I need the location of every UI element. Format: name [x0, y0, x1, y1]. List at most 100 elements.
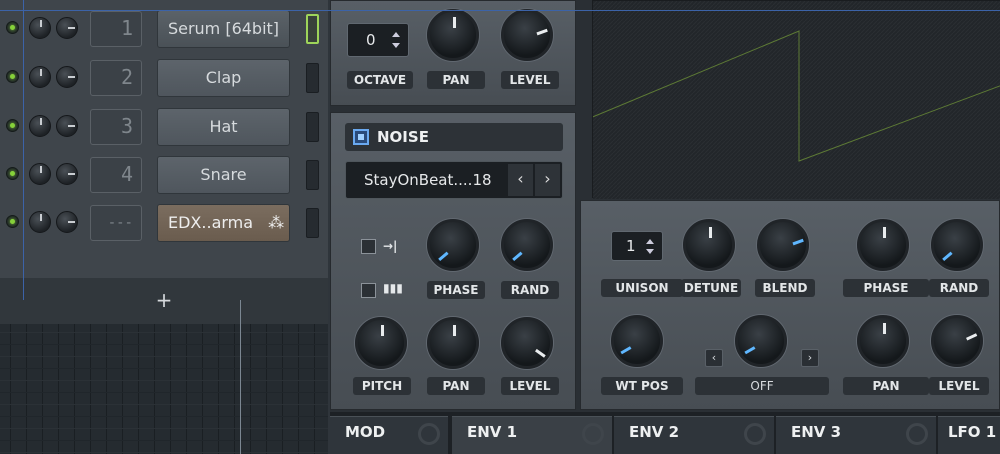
channel-pan-knob[interactable] — [29, 163, 51, 185]
decrement-arrow-icon[interactable] — [392, 43, 400, 48]
channel-mute-led[interactable] — [6, 215, 19, 228]
keyboard-icon: ▮▮▮ — [383, 281, 403, 295]
increment-arrow-icon[interactable] — [392, 32, 400, 37]
level-knob[interactable] — [501, 9, 553, 61]
grid-line — [0, 380, 328, 381]
noise-preset-selector[interactable]: StayOnBeat....18 ‹ › — [345, 161, 563, 199]
channel-mixer-track[interactable]: 4 — [90, 157, 142, 193]
increment-arrow-icon[interactable] — [646, 239, 654, 244]
channel-pan-knob[interactable] — [29, 17, 51, 39]
screen: 1 Serum [64bit] 2 Clap 3 Hat 4 Snare --- EDX..arm… — [0, 0, 1000, 454]
channel-volume-knob[interactable] — [56, 17, 78, 39]
channel-volume-knob[interactable] — [56, 66, 78, 88]
noise-level-label: LEVEL — [501, 377, 559, 395]
channel-mute-led[interactable] — [6, 21, 19, 34]
channel-name-button[interactable]: Hat — [157, 108, 290, 146]
channel-mixer-track[interactable]: 2 — [90, 60, 142, 96]
channel-name-button[interactable]: Serum [64bit] — [157, 10, 290, 48]
waveform-graph — [593, 1, 1000, 199]
channel-mute-led[interactable] — [6, 167, 19, 180]
tab-env-1[interactable]: ENV 1 — [452, 416, 612, 454]
channel-mixer-track[interactable]: --- — [90, 205, 142, 241]
channel-pan-knob[interactable] — [29, 115, 51, 137]
channel-select-indicator[interactable] — [306, 112, 319, 142]
noise-preset-name: StayOnBeat....18 — [364, 171, 492, 189]
tab-env-3[interactable]: ENV 3 — [776, 416, 936, 454]
channel-name-button[interactable]: Snare — [157, 156, 290, 194]
unison-stepper[interactable]: 1 — [611, 231, 663, 261]
noise-pitch-knob[interactable] — [355, 317, 407, 369]
channel-select-indicator[interactable] — [306, 63, 319, 93]
channel-select-indicator[interactable] — [306, 14, 319, 44]
wavetable-display[interactable] — [592, 0, 1000, 199]
octave-label: OCTAVE — [347, 71, 413, 89]
channel-rack: 1 Serum [64bit] 2 Clap 3 Hat 4 Snare --- EDX..arm… — [0, 0, 328, 454]
osc-phase-knob[interactable] — [857, 219, 909, 271]
channel-pan-knob[interactable] — [29, 211, 51, 233]
channel-volume-knob[interactable] — [56, 163, 78, 185]
channel-pan-knob[interactable] — [29, 66, 51, 88]
channel-select-indicator[interactable] — [306, 160, 319, 190]
retrigger-icon: →| — [383, 239, 398, 253]
octave-stepper[interactable]: 0 — [347, 23, 409, 57]
blend-knob[interactable] — [757, 219, 809, 271]
channel-volume-knob[interactable] — [56, 115, 78, 137]
tab-mod[interactable]: MOD — [330, 416, 448, 454]
guide-line — [23, 0, 24, 300]
channel-mute-led[interactable] — [6, 70, 19, 83]
channel-row[interactable]: 2 Clap — [0, 55, 328, 99]
channel-name-button[interactable]: Clap — [157, 59, 290, 97]
warp-knob[interactable] — [735, 315, 787, 367]
chevron-right-icon[interactable]: › — [535, 164, 560, 196]
channel-volume-knob[interactable] — [56, 211, 78, 233]
channel-row[interactable]: --- EDX..arma ⁂ — [0, 200, 328, 244]
noise-phase-label: PHASE — [427, 281, 485, 299]
osc-pan-knob[interactable] — [857, 315, 909, 367]
chevron-right-icon[interactable]: › — [801, 349, 819, 367]
grid-line — [0, 428, 328, 429]
noise-rand-knob[interactable] — [501, 219, 553, 271]
add-channel-button[interactable]: + — [0, 278, 328, 324]
decrement-arrow-icon[interactable] — [646, 249, 654, 254]
pan-knob[interactable] — [427, 9, 479, 61]
tab-env-2-label: ENV 2 — [629, 423, 680, 441]
wt-pos-knob[interactable] — [611, 315, 663, 367]
osc-rand-knob[interactable] — [931, 219, 983, 271]
noise-pitch-label: PITCH — [353, 377, 411, 395]
keytrack-checkbox[interactable] — [361, 283, 376, 298]
noise-panel: NOISE StayOnBeat....18 ‹ › →| ▮▮▮ PHASE … — [330, 112, 576, 410]
osc-rand-label: RAND — [929, 279, 989, 297]
chevron-left-icon[interactable]: ‹ — [508, 164, 533, 196]
channel-row[interactable]: 1 Serum [64bit] — [0, 6, 328, 50]
piano-roll-preview — [0, 324, 328, 454]
grid-line — [0, 332, 328, 333]
osc-phase-label: PHASE — [843, 279, 929, 297]
channel-mixer-track[interactable]: 1 — [90, 11, 142, 47]
warp-mode-dropdown[interactable]: OFF — [695, 377, 829, 395]
tab-mod-label: MOD — [345, 423, 386, 441]
noise-level-knob[interactable] — [501, 317, 553, 369]
noise-title: NOISE — [377, 128, 429, 146]
channel-name-button[interactable]: EDX..arma ⁂ — [157, 204, 290, 242]
tab-lfo-1-label: LFO 1 — [948, 423, 997, 441]
detune-knob[interactable] — [683, 219, 735, 271]
channel-row[interactable]: 4 Snare — [0, 152, 328, 196]
noise-pan-knob[interactable] — [427, 317, 479, 369]
grid-line — [0, 392, 328, 393]
tab-env-2[interactable]: ENV 2 — [614, 416, 774, 454]
tab-lfo-1[interactable]: LFO 1 — [938, 416, 1000, 454]
env-ring-icon — [906, 423, 928, 445]
noise-phase-knob[interactable] — [427, 219, 479, 271]
noise-enable-checkbox[interactable] — [353, 129, 369, 145]
mod-tabs-bar: MOD ENV 1 ENV 2 ENV 3 LFO 1 — [330, 412, 1000, 454]
grid-line — [0, 452, 328, 453]
osc-pan-label: PAN — [843, 377, 929, 395]
chevron-left-icon[interactable]: ‹ — [705, 349, 723, 367]
channel-mixer-track[interactable]: 3 — [90, 109, 142, 145]
osc-level-knob[interactable] — [931, 315, 983, 367]
channel-select-indicator[interactable] — [306, 208, 319, 238]
channel-name: Serum [64bit] — [167, 19, 280, 38]
channel-row[interactable]: 3 Hat — [0, 104, 328, 148]
retrigger-checkbox[interactable] — [361, 239, 376, 254]
channel-mute-led[interactable] — [6, 119, 19, 132]
